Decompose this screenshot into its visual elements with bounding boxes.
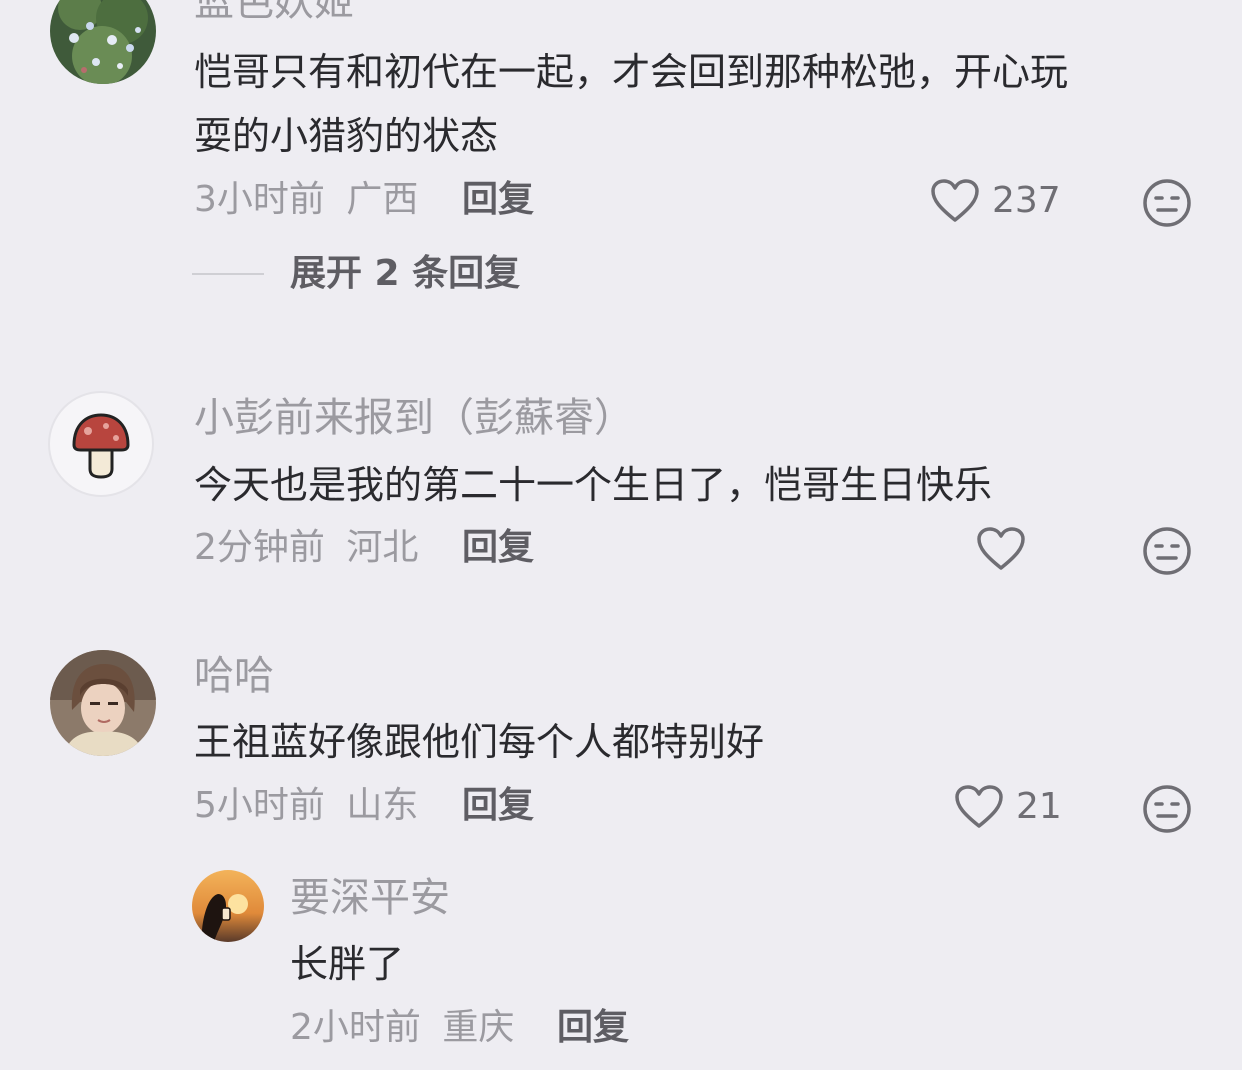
sunset-photo-icon bbox=[192, 870, 264, 942]
reply-button[interactable]: 回复 bbox=[557, 1010, 629, 1046]
reply-time: 2小时前 bbox=[290, 1007, 421, 1048]
avatar[interactable] bbox=[50, 650, 156, 756]
flower-bush-icon bbox=[50, 0, 156, 84]
reply-button[interactable]: 回复 bbox=[462, 182, 534, 218]
neutral-face-icon bbox=[1143, 527, 1191, 575]
neutral-face-icon bbox=[1143, 179, 1191, 227]
reply-username[interactable]: 要深平安 bbox=[290, 878, 450, 918]
like-button[interactable]: 21 bbox=[954, 784, 1062, 830]
comment-location: 广西 bbox=[346, 179, 419, 220]
comment-text-line: 今天也是我的第二十一个生日了，恺哥生日快乐 bbox=[194, 463, 993, 507]
reply-location: 重庆 bbox=[442, 1007, 515, 1048]
avatar[interactable] bbox=[192, 870, 264, 942]
like-count: 237 bbox=[992, 180, 1061, 221]
like-button[interactable] bbox=[976, 526, 1026, 572]
reply-text: 长胖了 bbox=[290, 942, 405, 986]
comment-text-line: 耍的小猎豹的状态 bbox=[194, 114, 499, 158]
avatar[interactable] bbox=[50, 0, 156, 84]
comment-meta: 5小时前 山东 bbox=[194, 788, 418, 824]
like-button[interactable]: 237 bbox=[930, 178, 1061, 224]
heart-icon bbox=[955, 785, 1003, 828]
expand-replies-label: 展开 2 条回复 bbox=[290, 253, 521, 294]
like-count: 21 bbox=[1016, 786, 1062, 827]
comment-username[interactable]: 蓝色妖姬 bbox=[194, 0, 354, 22]
reply-button[interactable]: 回复 bbox=[462, 788, 534, 824]
neutral-face-icon bbox=[1143, 785, 1191, 833]
comment-meta: 3小时前 广西 bbox=[194, 182, 418, 218]
person-photo-icon bbox=[50, 650, 156, 756]
divider bbox=[192, 273, 264, 275]
comment-list: 蓝色妖姬 恺哥只有和初代在一起，才会回到那种松弛，开心玩 耍的小猎豹的状态 3小… bbox=[0, 0, 1242, 1070]
comment-username[interactable]: 哈哈 bbox=[194, 656, 274, 696]
comment-time: 3小时前 bbox=[194, 179, 325, 220]
reply-button[interactable]: 回复 bbox=[462, 530, 534, 566]
comment-location: 山东 bbox=[346, 785, 419, 826]
dislike-button[interactable] bbox=[1142, 784, 1192, 838]
dislike-button[interactable] bbox=[1142, 178, 1192, 232]
comment-text-line: 王祖蓝好像跟他们每个人都特别好 bbox=[194, 720, 765, 764]
comment-text-line: 恺哥只有和初代在一起，才会回到那种松弛，开心玩 bbox=[194, 50, 1069, 94]
reply-meta: 2小时前 重庆 bbox=[290, 1010, 514, 1046]
comment-username[interactable]: 小彭前来报到（彭蘇睿） bbox=[194, 398, 634, 438]
expand-replies-button[interactable]: 展开 2 条回复 bbox=[192, 256, 520, 292]
comment-meta: 2分钟前 河北 bbox=[194, 530, 418, 566]
dislike-button[interactable] bbox=[1142, 526, 1192, 580]
mushroom-icon bbox=[72, 413, 130, 479]
heart-icon bbox=[931, 179, 979, 222]
comment-time: 2分钟前 bbox=[194, 527, 325, 568]
heart-icon bbox=[977, 527, 1025, 570]
avatar[interactable] bbox=[48, 391, 154, 497]
comment-location: 河北 bbox=[346, 527, 419, 568]
comment-time: 5小时前 bbox=[194, 785, 325, 826]
